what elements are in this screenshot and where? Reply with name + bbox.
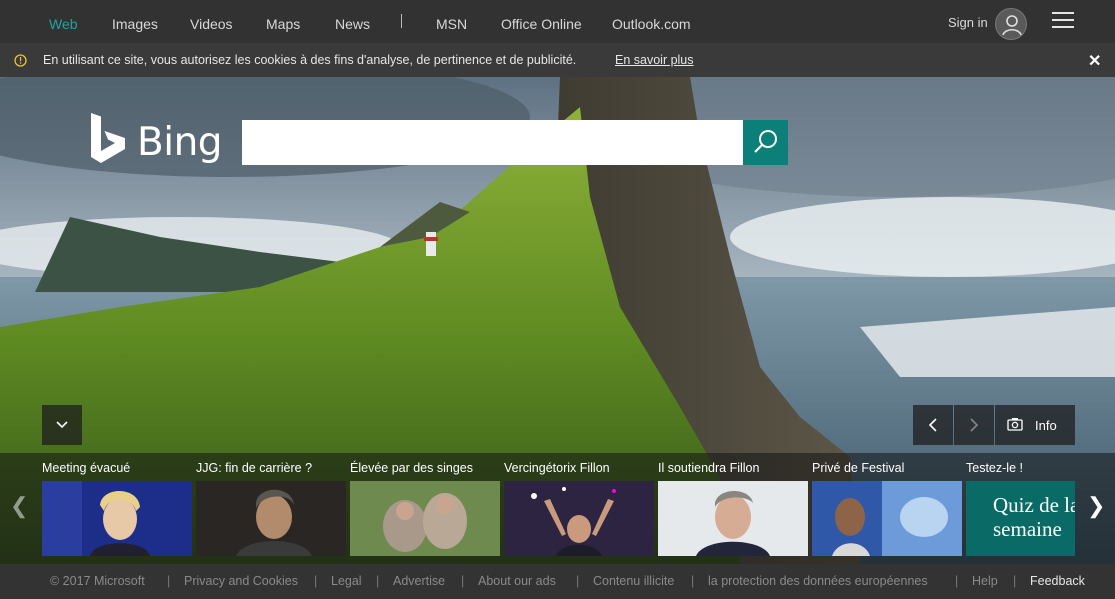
news-tile[interactable]: JJG: fin de carrière ? [196, 453, 346, 564]
cookie-learn-more-link[interactable]: En savoir plus [615, 53, 694, 67]
footer-link-illicit-content[interactable]: Contenu illicite [593, 574, 674, 588]
info-icon [14, 54, 27, 67]
news-tile-image [504, 481, 654, 556]
footer-separator: | [955, 574, 959, 588]
image-info-button[interactable]: Info [995, 405, 1075, 445]
news-tile-label: JJG: fin de carrière ? [196, 461, 313, 475]
sign-in-link[interactable]: Sign in [948, 15, 988, 30]
bing-b-icon [91, 113, 125, 163]
nav-videos[interactable]: Videos [190, 16, 233, 32]
quiz-tile-image: Quiz de la semaine [966, 481, 1075, 556]
bing-wordmark: Bing [137, 120, 223, 165]
info-label: Info [1035, 418, 1057, 433]
news-tile-label: Privé de Festival [812, 461, 905, 475]
nav-outlook[interactable]: Outlook.com [612, 16, 691, 32]
news-carousel: ❮ Meeting évacué JJG: fin de carrière ? … [0, 453, 1115, 564]
nav-news[interactable]: News [335, 16, 370, 32]
user-icon [1002, 15, 1022, 36]
chevron-right-icon [970, 418, 979, 432]
news-tile[interactable]: Privé de Festival [812, 453, 962, 564]
next-image-button[interactable] [954, 405, 994, 445]
search-input[interactable] [242, 120, 744, 165]
footer-link-advertise[interactable]: Advertise [393, 574, 445, 588]
avatar[interactable] [995, 8, 1027, 40]
footer-link-legal[interactable]: Legal [331, 574, 362, 588]
menu-icon[interactable] [1052, 12, 1074, 30]
news-tile-image [42, 481, 192, 556]
news-tile-image [658, 481, 808, 556]
news-tile-image [350, 481, 500, 556]
footer-separator: | [576, 574, 580, 588]
bing-logo[interactable]: Bing [89, 113, 229, 165]
footer: © 2017 Microsoft | Privacy and Cookies |… [0, 564, 1115, 599]
expand-button[interactable] [42, 405, 82, 445]
footer-separator: | [1013, 574, 1017, 588]
nav-divider [401, 14, 402, 28]
top-nav: Web Images Videos Maps News MSN Office O… [0, 0, 1115, 43]
nav-web[interactable]: Web [49, 16, 78, 32]
quiz-title: Quiz de la semaine [993, 493, 1075, 541]
news-tile-image [812, 481, 962, 556]
chevron-left-icon [928, 418, 937, 432]
chevron-down-icon [56, 421, 68, 429]
carousel-next-icon[interactable]: ❯ [1087, 493, 1105, 519]
news-tile[interactable]: Vercingétorix Fillon [504, 453, 654, 564]
news-tile[interactable]: Il soutiendra Fillon [658, 453, 808, 564]
cookie-banner: En utilisant ce site, vous autorisez les… [0, 43, 1115, 77]
news-tile-label: Meeting évacué [42, 461, 131, 475]
nav-images[interactable]: Images [112, 16, 158, 32]
footer-separator: | [314, 574, 318, 588]
news-tile[interactable]: Meeting évacué [42, 453, 192, 564]
search-icon [754, 130, 777, 153]
news-tile[interactable]: Élevée par des singes [350, 453, 500, 564]
search-button[interactable] [743, 120, 788, 165]
footer-separator: | [691, 574, 695, 588]
news-tile-label: Vercingétorix Fillon [504, 461, 610, 475]
nav-maps[interactable]: Maps [266, 16, 300, 32]
carousel-prev-icon[interactable]: ❮ [10, 493, 28, 519]
nav-office-online[interactable]: Office Online [501, 16, 582, 32]
close-icon[interactable]: ✕ [1088, 51, 1101, 71]
camera-icon [1007, 418, 1023, 431]
news-tile-label: Testez-le ! [966, 461, 1023, 475]
news-tile-label: Il soutiendra Fillon [658, 461, 760, 475]
copyright: © 2017 Microsoft [50, 574, 145, 588]
footer-separator: | [461, 574, 465, 588]
footer-link-data-protection[interactable]: la protection des données européennes [708, 574, 928, 588]
footer-separator: | [167, 574, 171, 588]
footer-link-privacy[interactable]: Privacy and Cookies [184, 574, 298, 588]
news-tile-image [196, 481, 346, 556]
feedback-link[interactable]: Feedback [1030, 574, 1085, 588]
nav-msn[interactable]: MSN [436, 16, 467, 32]
previous-image-button[interactable] [913, 405, 953, 445]
footer-link-about-ads[interactable]: About our ads [478, 574, 556, 588]
footer-separator: | [376, 574, 380, 588]
footer-link-help[interactable]: Help [972, 574, 998, 588]
news-tile-label: Élevée par des singes [350, 461, 473, 475]
cookie-message: En utilisant ce site, vous autorisez les… [43, 53, 577, 67]
